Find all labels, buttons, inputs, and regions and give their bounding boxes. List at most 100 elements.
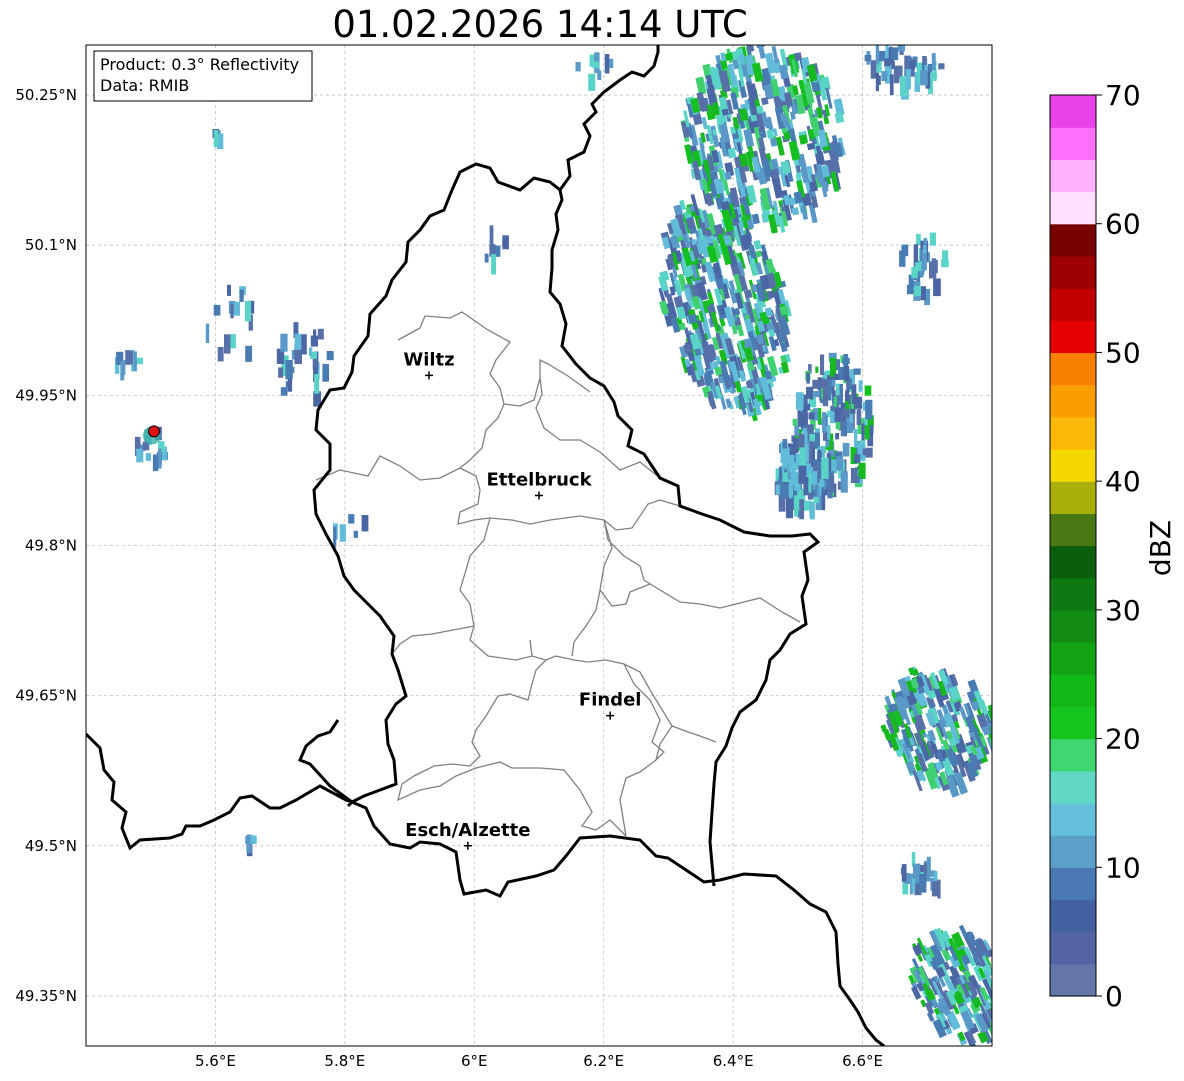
- echo-cell: [743, 289, 753, 299]
- echo-cell: [906, 284, 914, 295]
- echo-cell: [821, 492, 826, 511]
- echo-cell: [213, 130, 219, 148]
- echo-cell: [986, 735, 992, 758]
- echo-cell: [158, 448, 162, 469]
- echo-cell: [891, 47, 899, 61]
- echo-cell: [792, 418, 798, 426]
- echo-cell: [916, 233, 921, 246]
- echo-cell: [834, 373, 839, 380]
- colorbar-segment: [1050, 288, 1096, 321]
- echo-cell: [845, 390, 850, 401]
- echo-cell: [808, 412, 815, 420]
- lon-tick-label: 5.6°E: [195, 1052, 236, 1070]
- echo-cell: [839, 383, 843, 405]
- colorbar-tick-label: 10: [1105, 851, 1141, 884]
- echo-cell: [136, 448, 144, 463]
- echo-cell: [899, 250, 906, 267]
- echo-cell: [998, 968, 1010, 986]
- echo-cell: [803, 394, 808, 416]
- info-product: Product: 0.3° Reflectivity: [100, 55, 299, 74]
- echo-cell: [836, 456, 843, 471]
- echo-cell: [659, 300, 670, 315]
- echo-cell: [588, 73, 596, 91]
- colorbar-segment: [1050, 642, 1096, 675]
- echo-cell: [753, 239, 762, 251]
- echo-cell: [941, 259, 949, 268]
- echo-cell: [864, 425, 870, 440]
- echo-cell: [878, 50, 886, 62]
- city-label: Esch/Alzette: [405, 820, 530, 841]
- map-gridlines: [86, 45, 992, 1046]
- colorbar-tick-label: 50: [1105, 336, 1141, 369]
- lat-tick-label: 49.5°N: [25, 837, 77, 855]
- colorbar-segment: [1050, 416, 1096, 450]
- colorbar-segment: [1050, 255, 1096, 289]
- echo-cell: [808, 473, 812, 493]
- echo-cell: [326, 351, 334, 361]
- echo-cell: [798, 465, 805, 484]
- echo-cell: [794, 495, 799, 517]
- lon-tick-label: 6.2°E: [583, 1052, 624, 1070]
- lon-tick-label: 6.6°E: [842, 1052, 883, 1070]
- echo-cell: [893, 65, 900, 84]
- echo-cell: [930, 72, 937, 79]
- colorbar-segment: [1050, 770, 1096, 804]
- echo-cell: [911, 878, 916, 893]
- echo-cell: [842, 409, 850, 417]
- echo-cell: [136, 357, 143, 365]
- echo-cell: [853, 368, 861, 375]
- echo-cell: [881, 71, 888, 81]
- echo-cell: [844, 366, 850, 382]
- echo-cell: [763, 116, 773, 129]
- info-data-source: Data: RMIB: [100, 76, 189, 95]
- echo-cell: [604, 54, 610, 74]
- echo-cell: [796, 392, 804, 410]
- echo-cell: [815, 366, 819, 373]
- lon-tick-label: 6°E: [461, 1052, 488, 1070]
- echo-cell: [333, 526, 337, 548]
- colorbar: 0 10 20 30 40 50 60 70: [1049, 79, 1141, 1013]
- echo-cell: [842, 442, 850, 457]
- echo-cell: [831, 379, 836, 387]
- echo-cell: [856, 409, 862, 425]
- echo-cell: [923, 238, 928, 245]
- echo-cell: [822, 412, 827, 433]
- echo-cell: [929, 232, 936, 246]
- echo-cell: [820, 354, 825, 375]
- lon-tick-label: 6.4°E: [713, 1052, 754, 1070]
- echo-cell: [905, 69, 911, 90]
- echo-cell: [812, 471, 818, 485]
- echo-cell: [911, 266, 918, 279]
- echo-cell: [609, 58, 614, 68]
- echo-cell: [875, 45, 879, 65]
- colorbar-segment: [1050, 159, 1096, 193]
- echo-cell: [788, 454, 795, 473]
- city-marker: [463, 841, 472, 850]
- echo-cell: [798, 434, 805, 448]
- echo-cell: [280, 333, 288, 352]
- echo-cell: [308, 347, 313, 356]
- colorbar-segment: [1050, 320, 1096, 354]
- colorbar-segment: [1050, 835, 1096, 868]
- echo-cell: [850, 468, 858, 483]
- echo-cell: [502, 235, 509, 250]
- colorbar-segment: [1050, 95, 1096, 128]
- echo-cell: [897, 45, 905, 52]
- echo-cell: [239, 289, 244, 302]
- echo-cell: [145, 453, 151, 461]
- lat-tick-label: 49.8°N: [25, 537, 77, 555]
- city-marker: [535, 491, 543, 500]
- echo-cell: [991, 978, 992, 997]
- lon-tick-label: 5.8°E: [324, 1052, 365, 1070]
- echo-cell: [993, 1017, 1002, 1031]
- colorbar-label: dBZ: [1144, 520, 1177, 576]
- echo-cell: [799, 499, 804, 520]
- echo-cell: [133, 351, 137, 372]
- echo-cell: [822, 388, 829, 407]
- echo-cell: [701, 116, 708, 130]
- echo-cell: [353, 530, 358, 538]
- echo-cell: [484, 253, 489, 263]
- echo-cell: [835, 433, 840, 440]
- echo-cell: [813, 496, 820, 504]
- echo-cell: [213, 304, 221, 316]
